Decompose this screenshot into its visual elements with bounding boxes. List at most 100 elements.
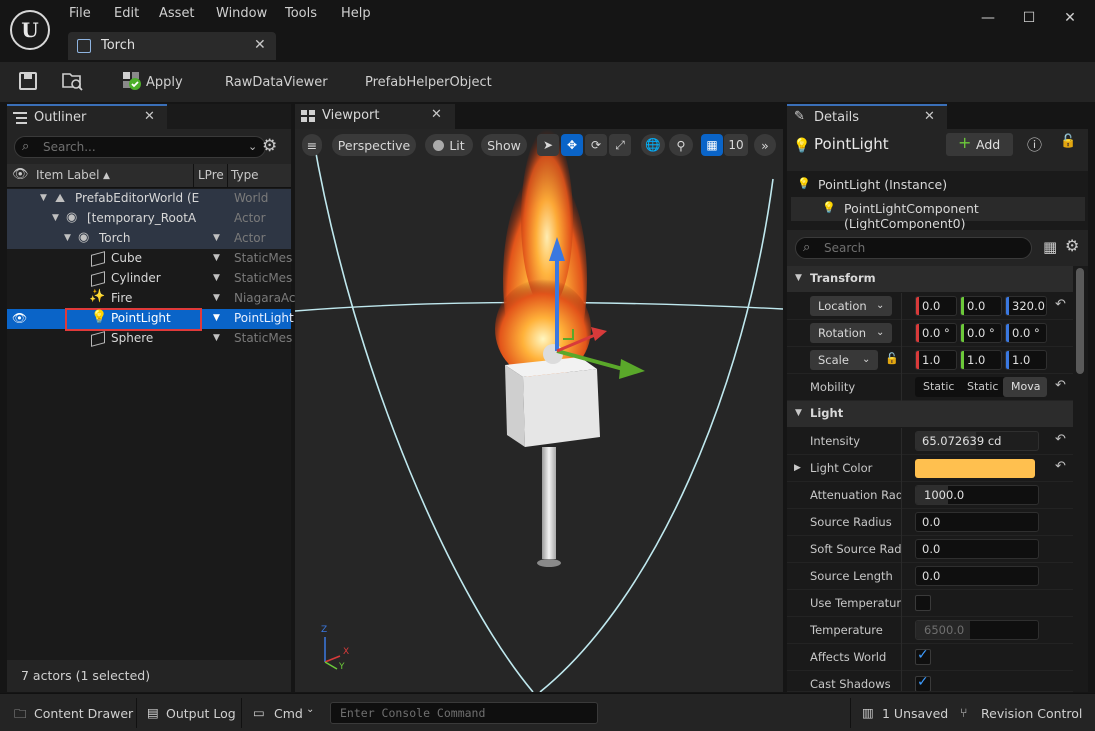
lock-ratio-icon[interactable]: 🔓 (885, 352, 899, 365)
rotate-mode-icon[interactable]: ⟳ (585, 134, 607, 156)
document-tab-torch[interactable]: Torch ✕ (68, 32, 276, 60)
expand-arrow-icon[interactable]: ▼ (40, 193, 47, 203)
location-z-field[interactable]: 320.0 (1005, 296, 1047, 316)
menu-help[interactable]: Help (341, 6, 371, 24)
column-item-label[interactable]: Item Label (36, 168, 100, 182)
menu-file[interactable]: File (69, 6, 91, 24)
maximize-button[interactable]: ☐ (1019, 8, 1039, 28)
tree-row-cube[interactable]: Cube ▼ StaticMes (7, 249, 292, 269)
scale-y-field[interactable]: 1.0 (960, 350, 1002, 370)
surface-snap-icon[interactable]: ⚲ (669, 134, 693, 156)
cmd-dropdown[interactable]: Cmd (274, 706, 303, 721)
translate-mode-icon[interactable]: ✥ (561, 134, 583, 156)
more-options-icon[interactable]: » (754, 134, 776, 156)
tree-row-torch[interactable]: ▼ ◉ Torch ▼ Actor (7, 229, 291, 249)
add-component-button[interactable]: + Add (946, 133, 1013, 156)
menu-edit[interactable]: Edit (114, 6, 139, 24)
details-tab[interactable]: ✎ Details ✕ (787, 104, 947, 129)
reset-light-color-icon[interactable]: ↶ (1055, 459, 1066, 474)
reset-intensity-icon[interactable]: ↶ (1055, 432, 1066, 447)
gear-icon[interactable]: ⚙ (262, 136, 277, 156)
component-row[interactable]: 💡 PointLightComponent (LightComponent0) (791, 197, 1085, 231)
lock-icon[interactable]: 🔓 (1060, 134, 1076, 149)
close-tab-icon[interactable]: ✕ (254, 37, 266, 53)
perspective-button[interactable]: Perspective (332, 134, 416, 156)
tree-row-cylinder[interactable]: Cylinder ▼ StaticMes (7, 269, 292, 289)
tree-row-pointlight[interactable]: 👁 💡 PointLight ▼ PointLight (7, 308, 294, 331)
cast-shadows-checkbox[interactable] (915, 674, 931, 691)
close-details-icon[interactable]: ✕ (924, 109, 935, 124)
browse-folder-icon[interactable] (62, 71, 84, 91)
instance-row[interactable]: 💡 PointLight (Instance) (791, 174, 1077, 196)
transform-section-header[interactable]: ▼ Transform (787, 266, 1073, 292)
raw-data-viewer-button[interactable]: RawDataViewer (225, 72, 328, 92)
apply-check-icon[interactable] (122, 71, 142, 91)
help-icon[interactable]: ⓘ (1027, 134, 1042, 155)
save-icon[interactable] (19, 72, 37, 90)
expand-arrow-icon[interactable]: ▼ (64, 233, 71, 243)
column-type[interactable]: Type (231, 168, 259, 182)
viewport-tab[interactable]: Viewport ✕ (295, 104, 455, 129)
gear-icon[interactable]: ⚙ (1065, 236, 1079, 255)
rotation-x-field[interactable]: 0.0 ° (915, 323, 957, 343)
temperature-field[interactable]: 6500.0 (915, 620, 1039, 640)
details-scrollbar-track[interactable] (1076, 266, 1084, 692)
menu-asset[interactable]: Asset (159, 6, 195, 24)
location-dropdown[interactable]: Location ⌄ (810, 296, 892, 316)
rotation-dropdown[interactable]: Rotation ⌄ (810, 323, 892, 343)
chevron-down-icon[interactable]: ⌄ (306, 704, 314, 715)
intensity-field[interactable]: 65.072639 cd (915, 431, 1039, 451)
reset-mobility-icon[interactable]: ↶ (1055, 378, 1066, 393)
details-search-input[interactable]: ⌕ Search (795, 237, 1032, 259)
scale-mode-icon[interactable]: ⤢ (609, 134, 631, 156)
unsaved-button[interactable]: 1 Unsaved (882, 706, 948, 721)
prefab-helper-object-button[interactable]: PrefabHelperObject (365, 72, 492, 92)
column-lpre[interactable]: LPre (198, 168, 224, 182)
viewport-canvas[interactable]: X Y Z ≡ Perspective Lit Show ➤ ✥ ⟳ ⤢ 🌐 ⚲… (295, 129, 783, 692)
scale-dropdown[interactable]: Scale ⌄ (810, 350, 878, 370)
apply-button[interactable]: Apply (146, 72, 183, 92)
tree-row-temporary-root[interactable]: ▼ ◉ [temporary_RootA Actor (7, 209, 291, 229)
row-dropdown-icon[interactable]: ▼ (213, 233, 220, 243)
row-dropdown-icon[interactable]: ▼ (213, 293, 220, 303)
close-viewport-icon[interactable]: ✕ (431, 107, 442, 122)
minimize-button[interactable]: — (978, 8, 998, 28)
scale-x-field[interactable]: 1.0 (915, 350, 957, 370)
grid-snap-icon[interactable]: ▦ (701, 134, 723, 156)
details-scrollbar-thumb[interactable] (1076, 268, 1084, 374)
tree-row-prefab-editor-world[interactable]: ▼ ⛰ PrefabEditorWorld (E World (7, 189, 291, 209)
menu-tools[interactable]: Tools (285, 6, 317, 24)
row-dropdown-icon[interactable]: ▼ (213, 253, 220, 263)
expand-arrow-icon[interactable]: ▼ (52, 213, 59, 223)
close-window-button[interactable]: ✕ (1060, 8, 1080, 28)
row-dropdown-icon[interactable]: ▼ (213, 333, 220, 343)
expand-arrow-icon[interactable]: ▶ (794, 463, 801, 473)
table-view-icon[interactable]: ▦ (1043, 238, 1057, 256)
mobility-stationary-option[interactable]: Static (967, 380, 1003, 393)
source-length-field[interactable]: 0.0 (915, 566, 1039, 586)
revision-control-button[interactable]: Revision Control (981, 706, 1082, 721)
light-color-swatch[interactable] (915, 459, 1035, 478)
select-mode-icon[interactable]: ➤ (537, 134, 559, 156)
soft-source-radius-field[interactable]: 0.0 (915, 539, 1039, 559)
visibility-eye-icon[interactable]: 👁 (12, 311, 27, 325)
light-section-header[interactable]: ▼ Light (787, 401, 1073, 427)
unreal-logo-icon[interactable]: U (10, 10, 50, 50)
affects-world-checkbox[interactable] (915, 647, 931, 665)
mobility-static-option[interactable]: Static (923, 380, 959, 393)
menu-window[interactable]: Window (216, 6, 267, 24)
world-space-icon[interactable]: 🌐 (641, 134, 665, 156)
rotation-y-field[interactable]: 0.0 ° (960, 323, 1002, 343)
source-radius-field[interactable]: 0.0 (915, 512, 1039, 532)
location-x-field[interactable]: 0.0 (915, 296, 957, 316)
tree-row-fire[interactable]: ✨ Fire ▼ NiagaraAc (7, 289, 296, 309)
use-temperature-checkbox[interactable] (915, 595, 931, 611)
row-dropdown-icon[interactable]: ▼ (213, 273, 220, 283)
chevron-down-icon[interactable]: ⌄ (248, 140, 257, 153)
outliner-search-input[interactable]: ⌕ Search... ⌄ (14, 136, 266, 158)
console-command-input[interactable]: Enter Console Command (330, 702, 598, 724)
tree-row-sphere[interactable]: Sphere ▼ StaticMes (7, 329, 292, 349)
close-outliner-icon[interactable]: ✕ (144, 109, 155, 124)
row-dropdown-icon[interactable]: ▼ (213, 313, 220, 323)
outliner-tab[interactable]: Outliner ✕ (7, 104, 167, 129)
